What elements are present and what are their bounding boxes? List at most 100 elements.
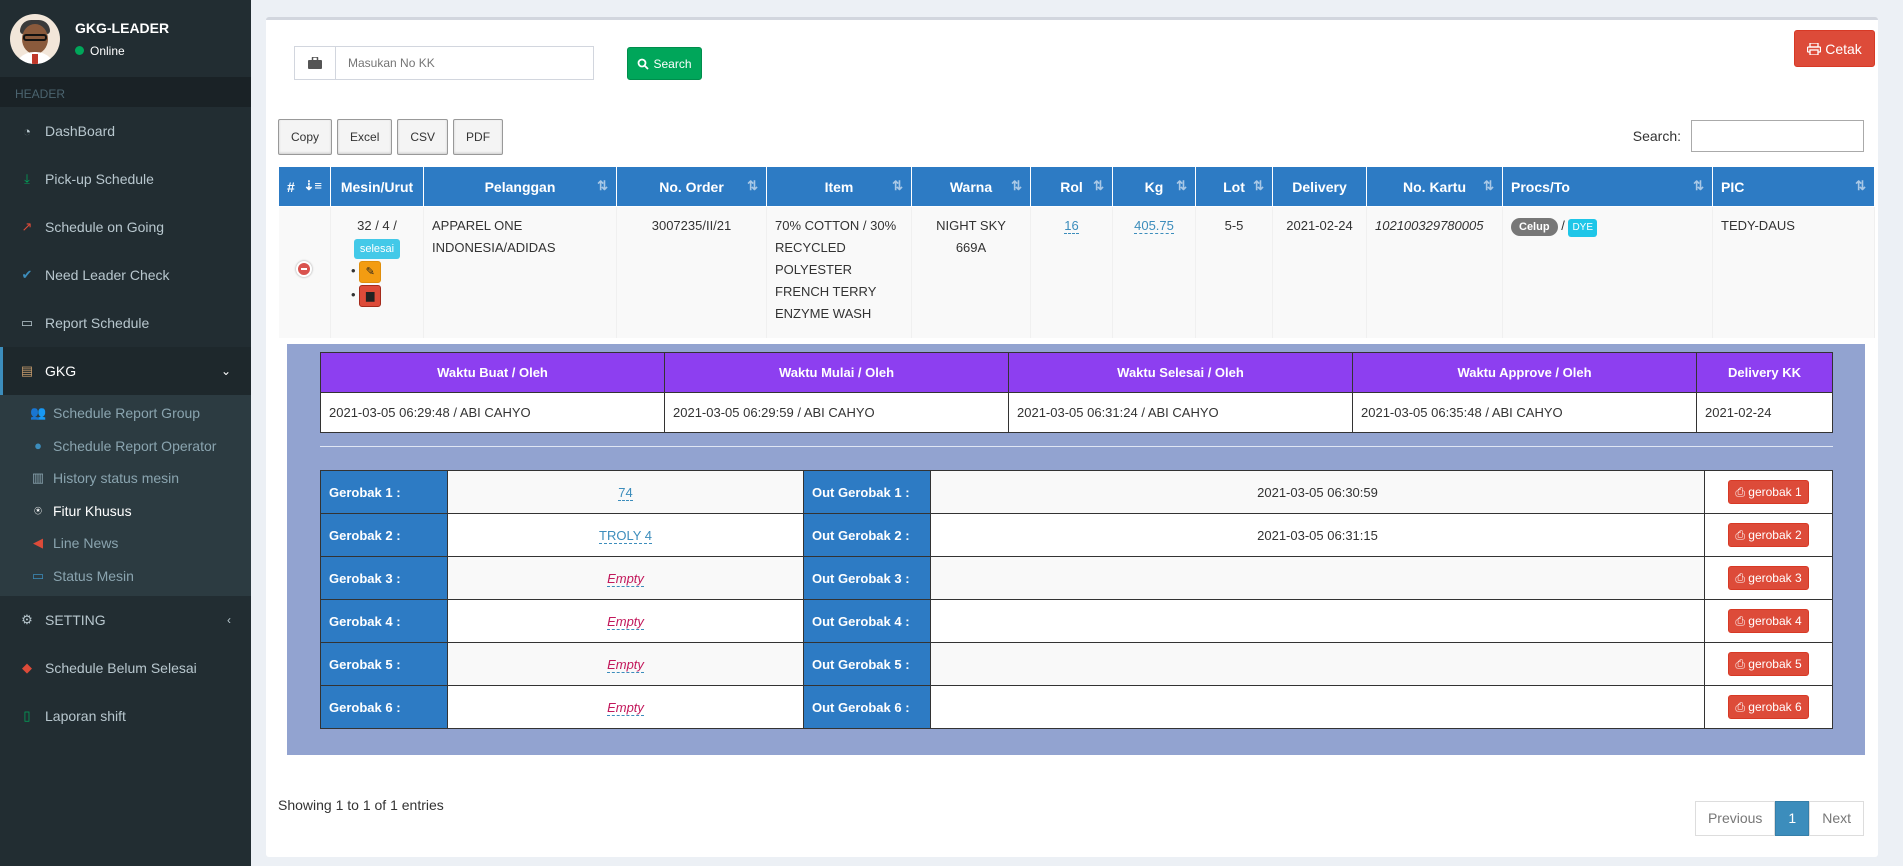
col-order[interactable]: No. Order ⇅	[616, 166, 767, 207]
edit-button[interactable]: ✎	[359, 260, 382, 283]
time-value: 2021-03-05 06:29:59 / ABI CAHYO	[664, 392, 1009, 433]
time-header: Waktu Buat / Oleh	[320, 352, 665, 393]
chevron-left-icon: ‹	[227, 613, 231, 627]
sidebar-item-schedule-on-going[interactable]: ↗ Schedule on Going	[0, 203, 251, 251]
sort-icon: ⇅	[1253, 178, 1264, 193]
gerobak-1-button[interactable]: ⎙ gerobak 1	[1728, 480, 1809, 504]
users-icon: 👥	[30, 405, 47, 421]
tags-icon: ◆	[22, 660, 32, 675]
briefcase-icon	[294, 46, 336, 80]
col-kartu[interactable]: No. Kartu ⇅	[1366, 166, 1503, 207]
cetak-button[interactable]: Cetak	[1794, 30, 1875, 67]
time-table: Waktu Buat / Oleh Waktu Mulai / Oleh Wak…	[320, 352, 1833, 433]
gerobak-value[interactable]: Empty	[607, 656, 644, 673]
sort-icon: ⇅	[1693, 178, 1704, 193]
entries-info: Showing 1 to 1 of 1 entries	[278, 797, 444, 813]
file-icon: ▯	[23, 708, 31, 723]
sidebar-item-laporan-shift[interactable]: ▯ Laporan shift	[0, 692, 251, 740]
gerobak-value[interactable]: Empty	[607, 613, 644, 630]
time-value: 2021-03-05 06:31:24 / ABI CAHYO	[1008, 392, 1353, 433]
schedule-table: # ⇣≡ Mesin/Urut Pelanggan ⇅ No. Order ⇅ Ite…	[278, 166, 1875, 338]
table-search-input[interactable]	[1691, 120, 1864, 152]
dashboard-icon: ◔	[23, 123, 31, 139]
pdf-button[interactable]: PDF	[453, 119, 504, 155]
col-pic[interactable]: PIC ⇅	[1712, 166, 1875, 207]
trash-icon: ▆	[365, 289, 375, 302]
col-warna[interactable]: Warna ⇅	[911, 166, 1031, 207]
dept-badge: DYE	[1568, 219, 1597, 237]
gerobak-out	[930, 685, 1705, 729]
edit-icon: ✎	[365, 265, 375, 278]
gerobak-row: Gerobak 4 : Empty Out Gerobak 4 : ⎙ gero…	[320, 599, 1833, 643]
print-icon: ⎙	[1735, 657, 1749, 671]
order-cell: 3007235/II/21	[616, 206, 767, 338]
gerobak-4-button[interactable]: ⎙ gerobak 4	[1728, 609, 1809, 633]
col-lot[interactable]: Lot ⇅	[1195, 166, 1273, 207]
table-search: Search:	[1633, 120, 1864, 152]
gerobak-2-button[interactable]: ⎙ gerobak 2	[1728, 523, 1809, 547]
gerobak-3-button[interactable]: ⎙ gerobak 3	[1728, 566, 1809, 590]
status-badge: selesai	[353, 239, 401, 259]
sort-icon: ⇅	[1176, 178, 1187, 193]
sidebar-item-setting[interactable]: ⚙ SETTING ‹	[0, 596, 251, 644]
gerobak-6-button[interactable]: ⎙ gerobak 6	[1728, 695, 1809, 719]
check-icon: ✔	[21, 267, 33, 282]
submenu-line-news[interactable]: ◀ Line News	[0, 527, 251, 560]
search-button[interactable]: Search	[627, 47, 702, 80]
submenu-schedule-report-operator[interactable]: ● Schedule Report Operator	[0, 430, 251, 463]
row-detail: Waktu Buat / Oleh Waktu Mulai / Oleh Wak…	[287, 344, 1865, 755]
col-kg[interactable]: Kg ⇅	[1112, 166, 1196, 207]
download-icon: ⤓	[24, 171, 30, 186]
sidebar-item-report-schedule[interactable]: ▭ Report Schedule	[0, 299, 251, 347]
gerobak-value[interactable]: Empty	[607, 570, 644, 587]
excel-button[interactable]: Excel	[337, 119, 393, 155]
time-header: Waktu Mulai / Oleh	[664, 352, 1009, 393]
pic-cell: TEDY-DAUS	[1712, 206, 1875, 338]
next-button[interactable]: Next	[1809, 801, 1864, 836]
table-row: 32 / 4 / selesai • ✎ • ▆ APPAREL ONE IND…	[278, 206, 1875, 338]
sidebar-item-pickup-schedule[interactable]: ⤓ Pick-up Schedule	[0, 155, 251, 203]
submenu-history-status-mesin[interactable]: ▥ History status mesin	[0, 462, 251, 495]
previous-button[interactable]: Previous	[1694, 801, 1776, 836]
page-1-button[interactable]: 1	[1775, 801, 1810, 836]
delete-button[interactable]: ▆	[359, 284, 382, 307]
kk-input[interactable]	[336, 46, 594, 80]
sidebar-item-schedule-belum-selesai[interactable]: ◆ Schedule Belum Selesai	[0, 644, 251, 692]
warna-cell: NIGHT SKY 669A	[911, 206, 1031, 338]
col-number[interactable]: # ⇣≡	[278, 166, 331, 207]
sort-icon: ⇅	[747, 178, 758, 193]
export-buttons: Copy Excel CSV PDF	[278, 119, 504, 155]
main-content: Search Cetak Copy Excel CSV PDF Search: …	[251, 0, 1903, 866]
sort-asc-icon: ⇣≡	[303, 178, 322, 193]
archive-icon: ▤	[20, 363, 34, 378]
sidebar-item-dashboard[interactable]: ◔ DashBoard	[0, 107, 251, 155]
col-item[interactable]: Item ⇅	[766, 166, 912, 207]
gerobak-value[interactable]: 74	[618, 484, 633, 501]
copy-button[interactable]: Copy	[278, 119, 333, 155]
sidebar-item-need-leader-check[interactable]: ✔ Need Leader Check	[0, 251, 251, 299]
gerobak-value[interactable]: Empty	[607, 699, 644, 716]
csv-button[interactable]: CSV	[397, 119, 449, 155]
sort-icon: ⇅	[1855, 178, 1866, 193]
gerobak-row: Gerobak 2 : TROLY 4 Out Gerobak 2 : 2021…	[320, 513, 1833, 557]
col-pelanggan[interactable]: Pelanggan ⇅	[423, 166, 617, 207]
submenu-schedule-report-group[interactable]: 👥 Schedule Report Group	[0, 397, 251, 430]
status-text: Online	[90, 43, 125, 58]
gerobak-row: Gerobak 1 : 74 Out Gerobak 1 : 2021-03-0…	[320, 470, 1833, 514]
sidebar-item-gkg[interactable]: ▤ GKG ⌄	[0, 347, 251, 395]
submenu-fitur-khusus[interactable]: ⍟ Fitur Khusus	[0, 495, 251, 528]
rol-link[interactable]: 16	[1064, 218, 1079, 234]
kartu-cell: 102100329780005	[1366, 206, 1503, 338]
submenu-status-mesin[interactable]: ▭ Status Mesin	[0, 560, 251, 593]
gerobak-5-button[interactable]: ⎙ gerobak 5	[1728, 652, 1809, 676]
col-mesin[interactable]: Mesin/Urut	[330, 166, 424, 207]
sort-icon: ⇅	[1483, 178, 1494, 193]
print-icon	[1807, 42, 1822, 55]
user-icon: ●	[34, 438, 42, 454]
kg-link[interactable]: 405.75	[1134, 218, 1174, 234]
col-rol[interactable]: Rol ⇅	[1030, 166, 1113, 207]
collapse-row-icon[interactable]	[296, 260, 313, 277]
col-procs[interactable]: Procs/To ⇅	[1502, 166, 1713, 207]
gerobak-value[interactable]: TROLY 4	[599, 527, 652, 544]
col-delivery[interactable]: Delivery	[1272, 166, 1367, 207]
